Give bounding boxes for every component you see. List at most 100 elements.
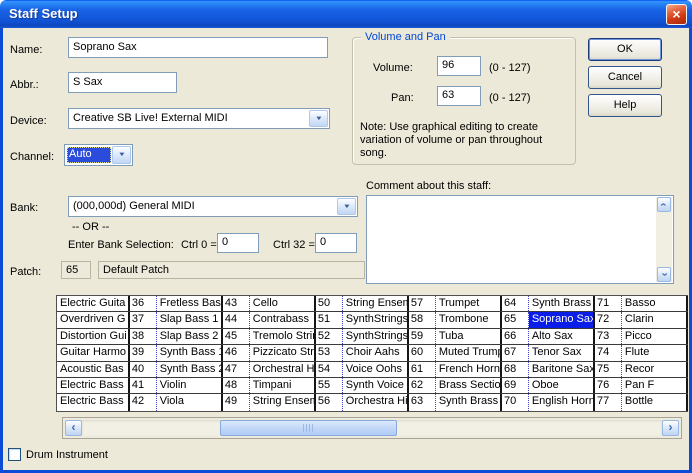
patch-name-cell[interactable]: English Horn <box>529 394 595 410</box>
horizontal-scrollbar[interactable]: ‹ |||| › <box>65 420 679 436</box>
patch-name-cell[interactable]: Distortion Gui <box>57 329 130 344</box>
volume-input[interactable]: 96 <box>437 56 481 76</box>
patch-number-cell[interactable]: 52 <box>316 329 343 344</box>
patch-number-cell[interactable]: 43 <box>223 296 250 311</box>
patch-name-cell[interactable]: Slap Bass 2 <box>157 329 223 344</box>
patch-number-cell[interactable]: 57 <box>409 296 436 311</box>
patch-name-cell[interactable]: Electric Guita <box>57 296 130 311</box>
patch-number-cell[interactable]: 36 <box>130 296 157 311</box>
help-button[interactable]: Help <box>588 94 662 117</box>
patch-name-cell[interactable]: Brass Sectio <box>436 378 502 393</box>
comment-scroll-down-button[interactable]: › <box>657 267 671 282</box>
patch-name-cell[interactable]: Cello <box>250 296 316 311</box>
patch-name-cell[interactable]: Tuba <box>436 329 502 344</box>
patch-number-cell[interactable]: 63 <box>409 394 436 410</box>
patch-number-cell[interactable]: 54 <box>316 362 343 377</box>
patch-number-cell[interactable]: 71 <box>595 296 622 311</box>
patch-number-cell[interactable]: 68 <box>502 362 529 377</box>
device-dropdown-button[interactable]: ▼ <box>309 110 328 127</box>
patch-name-cell[interactable]: Acoustic Bas <box>57 362 130 377</box>
patch-name-cell[interactable]: SynthStrings <box>343 329 409 344</box>
patch-number-cell[interactable]: 39 <box>130 345 157 360</box>
patch-number-cell[interactable]: 66 <box>502 329 529 344</box>
patch-name-cell[interactable]: Synth Bass 2 <box>157 362 223 377</box>
bank-dropdown-button[interactable]: ▼ <box>337 198 356 215</box>
patch-number-cell[interactable]: 60 <box>409 345 436 360</box>
ctrl32-input[interactable]: 0 <box>315 233 357 253</box>
patch-number-cell[interactable]: 67 <box>502 345 529 360</box>
patch-number-cell[interactable]: 53 <box>316 345 343 360</box>
patch-number-cell[interactable]: 56 <box>316 394 343 410</box>
patch-number-cell[interactable]: 51 <box>316 312 343 327</box>
cancel-button[interactable]: Cancel <box>588 66 662 89</box>
patch-number-cell[interactable]: 37 <box>130 312 157 327</box>
drum-instrument-checkbox[interactable] <box>8 448 21 461</box>
patch-number-cell[interactable]: 44 <box>223 312 250 327</box>
patch-name-cell[interactable]: Orchestra Hit <box>343 394 409 410</box>
patch-name-cell[interactable]: Trumpet <box>436 296 502 311</box>
patch-number-cell[interactable]: 75 <box>595 362 622 377</box>
patch-number-cell[interactable]: 38 <box>130 329 157 344</box>
patch-number-cell[interactable]: 41 <box>130 378 157 393</box>
patch-name-cell[interactable]: Oboe <box>529 378 595 393</box>
name-input[interactable]: Soprano Sax <box>68 37 328 58</box>
device-combobox[interactable]: Creative SB Live! External MIDI ▼ <box>68 108 330 129</box>
patch-name-cell[interactable]: Tremolo Strin <box>250 329 316 344</box>
patch-number-cell[interactable]: 70 <box>502 394 529 410</box>
patch-number-cell[interactable]: 45 <box>223 329 250 344</box>
comment-scroll-up-button[interactable]: › <box>657 197 671 212</box>
ok-button[interactable]: OK <box>588 38 662 61</box>
scroll-left-button[interactable]: ‹ <box>65 420 82 436</box>
drum-instrument-label[interactable]: Drum Instrument <box>26 449 108 461</box>
patch-number-cell[interactable]: 62 <box>409 378 436 393</box>
patch-name-cell[interactable]: Alto Sax <box>529 329 595 344</box>
comment-vertical-scrollbar[interactable]: › › <box>656 197 672 282</box>
patch-name-cell[interactable]: Viola <box>157 394 223 410</box>
title-bar[interactable]: Staff Setup × <box>0 0 692 28</box>
patch-number-cell[interactable]: 65 <box>502 312 529 327</box>
patch-name-cell[interactable]: Electric Bass <box>57 394 130 410</box>
bank-combobox[interactable]: (000,000d) General MIDI ▼ <box>68 196 358 217</box>
patch-name-cell[interactable]: String Ensem <box>250 394 316 410</box>
pan-input[interactable]: 63 <box>437 86 481 106</box>
scrollbar-thumb[interactable]: |||| <box>220 420 397 436</box>
patch-number-cell[interactable]: 55 <box>316 378 343 393</box>
patch-number-cell[interactable]: 64 <box>502 296 529 311</box>
patch-name-cell[interactable]: Muted Trump <box>436 345 502 360</box>
patch-number-cell[interactable]: 58 <box>409 312 436 327</box>
patch-number-cell[interactable]: 73 <box>595 329 622 344</box>
patch-number-cell[interactable]: 59 <box>409 329 436 344</box>
patch-name-cell[interactable]: Synth Brass <box>436 394 502 410</box>
patch-name-cell[interactable]: Synth Brass <box>529 296 595 311</box>
channel-combobox[interactable]: Auto ▼ <box>64 144 133 166</box>
patch-name-cell[interactable]: Flute <box>622 345 688 360</box>
patch-number-cell[interactable]: 47 <box>223 362 250 377</box>
patch-name-cell[interactable]: Electric Bass <box>57 378 130 393</box>
patch-name-cell[interactable]: Baritone Sax <box>529 362 595 377</box>
patch-number-cell[interactable]: 76 <box>595 378 622 393</box>
patch-number-cell[interactable]: 50 <box>316 296 343 311</box>
patch-name-cell[interactable]: Pizzicato Stri <box>250 345 316 360</box>
patch-name-cell[interactable]: Tenor Sax <box>529 345 595 360</box>
patch-name-cell[interactable]: String Ensem <box>343 296 409 311</box>
patch-number-cell[interactable]: 77 <box>595 394 622 410</box>
patch-number-cell[interactable]: 46 <box>223 345 250 360</box>
patch-name-cell[interactable]: SynthStrings <box>343 312 409 327</box>
patch-name-cell[interactable]: Contrabass <box>250 312 316 327</box>
patch-name-cell[interactable]: Choir Aahs <box>343 345 409 360</box>
patch-name-cell[interactable]: Bottle <box>622 394 688 410</box>
patch-cell-selected[interactable]: Soprano Sax <box>529 312 595 327</box>
patch-name-cell[interactable]: Synth Voice <box>343 378 409 393</box>
patch-name-cell[interactable]: Trombone <box>436 312 502 327</box>
patch-name-cell[interactable]: Fretless Bas <box>157 296 223 311</box>
patch-name-cell[interactable]: French Horn <box>436 362 502 377</box>
scrollbar-track[interactable]: |||| <box>82 420 662 436</box>
patch-name-cell[interactable]: Recor <box>622 362 688 377</box>
patch-name-cell[interactable]: Voice Oohs <box>343 362 409 377</box>
patch-name-cell[interactable]: Overdriven G <box>57 312 130 327</box>
patch-number-cell[interactable]: 40 <box>130 362 157 377</box>
patch-name-cell[interactable]: Picco <box>622 329 688 344</box>
patch-number-cell[interactable]: 61 <box>409 362 436 377</box>
scroll-right-button[interactable]: › <box>662 420 679 436</box>
patch-name-cell[interactable]: Timpani <box>250 378 316 393</box>
